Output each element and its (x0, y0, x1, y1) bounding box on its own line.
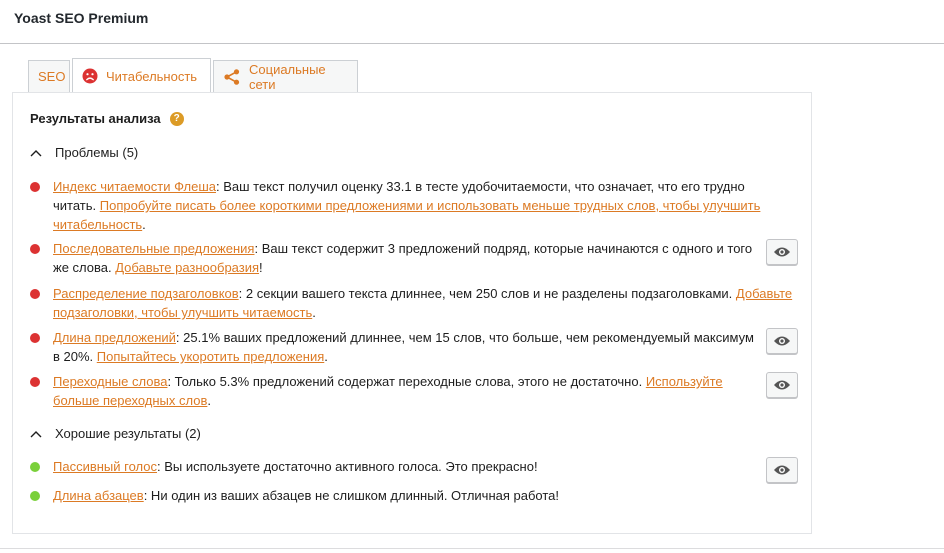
list-item: Длина абзацев: Ни один из ваших абзацев … (30, 486, 798, 508)
result-advice-link[interactable]: Попытайтесь укоротить предложения (97, 349, 325, 364)
highlight-button[interactable] (766, 239, 798, 265)
result-title-link[interactable]: Переходные слова (53, 374, 167, 389)
tab-readability[interactable]: Читабельность (72, 58, 211, 93)
header-divider (0, 43, 944, 44)
problems-label: Проблемы (5) (55, 145, 139, 160)
problems-toggle[interactable]: Проблемы (5) (30, 145, 138, 160)
tab-seo-label: SEO (38, 69, 66, 84)
result-text: Длина предложений: 25.1% ваших предложен… (53, 328, 763, 366)
problem-bullet (30, 333, 40, 343)
result-advice-link[interactable]: Попробуйте писать более короткими предло… (53, 198, 760, 232)
result-advice-link[interactable]: Добавьте разнообразия (115, 260, 259, 275)
list-item: Индекс читаемости Флеша: Ваш текст получ… (30, 177, 798, 232)
result-description: : Только 5.3% предложений содержат перех… (167, 374, 646, 389)
footer-divider (0, 548, 944, 549)
result-title-link[interactable]: Последовательные предложения (53, 241, 254, 256)
result-title-link[interactable]: Индекс читаемости Флеша (53, 179, 216, 194)
result-tail: . (207, 393, 211, 408)
chevron-up-icon (30, 149, 50, 157)
list-item: Пассивный голос: Вы используете достаточ… (30, 457, 798, 485)
highlight-button[interactable] (766, 372, 798, 398)
good-bullet (30, 462, 40, 472)
app-title: Yoast SEO Premium (14, 10, 149, 26)
tab-readability-label: Читабельность (106, 68, 198, 84)
result-title-link[interactable]: Пассивный голос (53, 459, 157, 474)
list-item: Распределение подзаголовков: 2 секции ва… (30, 284, 798, 324)
chevron-up-icon (30, 430, 50, 438)
result-description: : 2 секции вашего текста длиннее, чем 25… (238, 286, 736, 301)
result-description: : Ни один из ваших абзацев не слишком дл… (143, 488, 560, 503)
eye-icon (773, 335, 791, 347)
result-tail: . (324, 349, 328, 364)
result-title-link[interactable]: Длина абзацев (53, 488, 144, 503)
problem-bullet (30, 289, 40, 299)
eye-icon (773, 246, 791, 258)
good-results-toggle[interactable]: Хорошие результаты (2) (30, 426, 201, 441)
result-text: Распределение подзаголовков: 2 секции ва… (53, 284, 793, 322)
result-text: Длина абзацев: Ни один из ваших абзацев … (53, 486, 763, 505)
highlight-button[interactable] (766, 328, 798, 354)
help-icon[interactable]: ? (169, 111, 184, 126)
result-text: Пассивный голос: Вы используете достаточ… (53, 457, 763, 476)
good-bullet (30, 491, 40, 501)
tab-social-label: Социальные сети (249, 61, 326, 92)
analysis-panel: Результаты анализа ? Проблемы (5) Индекс… (12, 92, 812, 534)
eye-icon (773, 379, 791, 391)
tab-social[interactable]: Социальные сети (213, 60, 358, 92)
list-item: Длина предложений: 25.1% ваших предложен… (30, 328, 798, 368)
share-icon (223, 68, 241, 86)
analysis-heading: Результаты анализа ? (30, 111, 184, 126)
tab-bar: SEO Читабельность Социальные сети (28, 58, 360, 93)
highlight-button[interactable] (766, 457, 798, 483)
tab-seo[interactable]: SEO (28, 60, 70, 92)
result-text: Последовательные предложения: Ваш текст … (53, 239, 763, 277)
problem-bullet (30, 377, 40, 387)
result-tail: ! (259, 260, 263, 275)
sad-face-icon (82, 68, 98, 84)
analysis-heading-text: Результаты анализа (30, 111, 161, 126)
result-title-link[interactable]: Распределение подзаголовков (53, 286, 239, 301)
good-results-label: Хорошие результаты (2) (55, 426, 201, 441)
problem-bullet (30, 182, 40, 192)
result-title-link[interactable]: Длина предложений (53, 330, 176, 345)
list-item: Последовательные предложения: Ваш текст … (30, 239, 798, 279)
eye-icon (773, 464, 791, 476)
list-item: Переходные слова: Только 5.3% предложени… (30, 372, 798, 412)
result-tail: . (312, 305, 316, 320)
result-description: : Вы используете достаточно активного го… (157, 459, 538, 474)
result-text: Переходные слова: Только 5.3% предложени… (53, 372, 763, 410)
result-text: Индекс читаемости Флеша: Ваш текст получ… (53, 177, 763, 234)
result-tail: . (142, 217, 146, 232)
problem-bullet (30, 244, 40, 254)
